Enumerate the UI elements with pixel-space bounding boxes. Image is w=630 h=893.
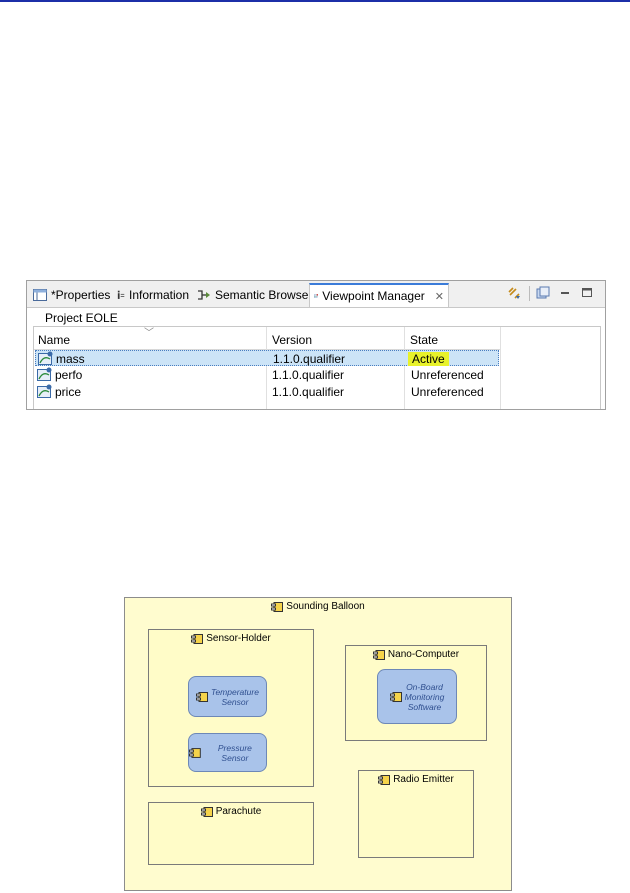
component-icon bbox=[271, 601, 284, 612]
row-state: Unreferenced bbox=[411, 385, 484, 399]
component-icon bbox=[196, 691, 209, 702]
tab-bar: *Properties Information Semantic Browser bbox=[27, 281, 605, 308]
component-parachute[interactable]: Parachute bbox=[148, 802, 314, 865]
label-line: Sensor bbox=[221, 696, 249, 707]
column-header-state[interactable]: State bbox=[410, 333, 438, 347]
viewpoint-icon bbox=[37, 384, 52, 398]
diagram-sounding-balloon[interactable]: Sounding Balloon Sensor-Holder Temperatu… bbox=[124, 597, 512, 891]
top-accent-line bbox=[0, 0, 630, 2]
software-temperature-sensor[interactable]: Temperature Sensor bbox=[188, 676, 267, 717]
label-line: On-Board bbox=[406, 681, 443, 692]
row-name: price bbox=[55, 385, 82, 399]
component-title: Radio Emitter bbox=[359, 774, 473, 785]
label-line: Temperature bbox=[211, 686, 259, 697]
component-sensor-holder[interactable]: Sensor-Holder Temperature Sensor Pressur… bbox=[148, 629, 314, 787]
tab-label: Semantic Browser bbox=[215, 288, 313, 302]
row-version: 1.1.0.qualifier bbox=[273, 352, 346, 366]
project-label: Project EOLE bbox=[45, 311, 118, 325]
tab-label: Viewpoint Manager bbox=[322, 289, 425, 303]
component-radio-emitter[interactable]: Radio Emitter bbox=[358, 770, 474, 858]
row-state: Unreferenced bbox=[411, 368, 484, 382]
tab-properties[interactable]: *Properties bbox=[29, 283, 114, 307]
table-header: Name ﹀ Version State bbox=[34, 327, 500, 350]
tab-information[interactable]: Information bbox=[111, 283, 193, 307]
semantic-browser-icon bbox=[198, 290, 210, 300]
tab-semantic-browser[interactable]: Semantic Browser bbox=[193, 283, 316, 307]
maximize-icon[interactable] bbox=[580, 286, 594, 300]
close-icon[interactable]: ✕ bbox=[435, 290, 444, 303]
component-nano-computer[interactable]: Nano-Computer On-Board Monitoring Softwa… bbox=[345, 645, 487, 741]
component-icon bbox=[189, 747, 201, 758]
table-row[interactable]: price 1.1.0.qualifier Unreferenced bbox=[35, 384, 499, 400]
toolbar-separator bbox=[529, 286, 530, 301]
label-line: Monitoring bbox=[404, 691, 445, 702]
tab-viewpoint-manager[interactable]: Viewpoint Manager ✕ bbox=[309, 283, 449, 307]
viewpoint-icon bbox=[38, 351, 53, 365]
viewpoint-icon bbox=[37, 367, 52, 381]
viewpoint-manager-view: *Properties Information Semantic Browser bbox=[26, 280, 606, 410]
component-label: Sounding Balloon bbox=[286, 601, 365, 612]
row-name: perfo bbox=[55, 368, 83, 382]
new-view-icon[interactable] bbox=[536, 286, 550, 300]
minimize-icon[interactable] bbox=[558, 286, 572, 300]
column-divider bbox=[500, 327, 501, 409]
component-label: Radio Emitter bbox=[393, 774, 454, 785]
component-label: Sensor-Holder bbox=[206, 633, 271, 644]
information-icon bbox=[117, 290, 125, 299]
component-icon bbox=[200, 806, 213, 817]
software-onboard-monitoring[interactable]: On-Board Monitoring Software bbox=[377, 669, 457, 724]
tab-label: Information bbox=[129, 288, 190, 302]
component-label: Nano-Computer bbox=[387, 649, 460, 660]
software-label: Pressure Sensor bbox=[217, 742, 252, 763]
row-version: 1.1.0.qualifier bbox=[272, 368, 345, 382]
component-label: Parachute bbox=[215, 806, 262, 817]
software-label: On-Board Monitoring Software bbox=[405, 682, 445, 712]
component-icon bbox=[378, 774, 391, 785]
viewpoint-manager-icon bbox=[314, 294, 318, 298]
row-version: 1.1.0.qualifier bbox=[272, 385, 345, 399]
column-header-version[interactable]: Version bbox=[272, 333, 312, 347]
component-title: Sounding Balloon bbox=[125, 601, 511, 612]
component-icon bbox=[389, 691, 402, 702]
component-title: Parachute bbox=[149, 806, 313, 817]
link-icon[interactable] bbox=[507, 286, 521, 300]
component-icon bbox=[191, 633, 204, 644]
row-name: mass bbox=[56, 352, 85, 366]
component-title: Nano-Computer bbox=[346, 649, 486, 660]
sort-chevron-icon: ﹀ bbox=[144, 328, 154, 339]
label-line: Software bbox=[407, 701, 442, 712]
software-label: Temperature Sensor bbox=[211, 687, 259, 707]
properties-icon bbox=[33, 289, 47, 301]
table-row[interactable]: mass 1.1.0.qualifier Active bbox=[35, 350, 499, 366]
viewpoint-table[interactable]: Name ﹀ Version State mass 1.1.0.qualifie… bbox=[33, 326, 601, 409]
table-row[interactable]: perfo 1.1.0.qualifier Unreferenced bbox=[35, 367, 499, 383]
status-badge: Active bbox=[408, 352, 449, 366]
component-title: Sensor-Holder bbox=[149, 633, 313, 644]
software-pressure-sensor[interactable]: Pressure Sensor bbox=[188, 733, 267, 772]
component-icon bbox=[372, 649, 385, 660]
column-header-name[interactable]: Name bbox=[38, 333, 70, 347]
tab-label: *Properties bbox=[51, 288, 111, 302]
